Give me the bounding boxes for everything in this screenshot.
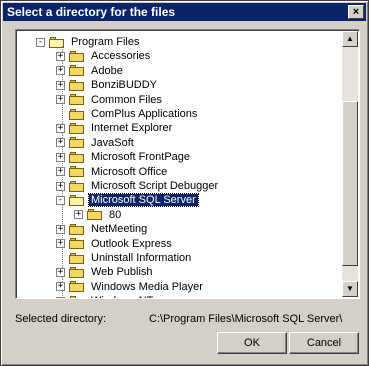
folder-icon [69, 295, 85, 298]
open-folder-icon [69, 194, 85, 206]
scroll-down-button[interactable]: ▼ [342, 281, 358, 297]
scroll-thumb[interactable] [342, 101, 358, 266]
expand-icon[interactable]: + [56, 66, 65, 76]
expand-icon[interactable]: + [56, 152, 65, 162]
folder-icon [69, 238, 85, 250]
tree-item-label: Common Files [91, 93, 162, 106]
folder-icon [69, 65, 85, 77]
tree-item[interactable]: + Common Files [56, 93, 164, 107]
collapse-icon[interactable]: - [36, 37, 45, 47]
tree-item-label: 80 [109, 208, 122, 221]
tree-item[interactable]: + Microsoft Office [56, 165, 169, 179]
tree-item-label: BonziBUDDY [91, 79, 158, 92]
tree-item-program-files[interactable]: - Program Files [36, 35, 141, 49]
tree-item-label: Microsoft Office [91, 165, 168, 178]
tree-item-label: NetMeeting [91, 223, 148, 236]
tree-item-label: Windows NT [89, 295, 155, 298]
select-directory-dialog: Select a directory for the files × - Prog… [0, 0, 369, 366]
folder-icon [87, 209, 103, 221]
tree-content: - Program Files + Accessories + Adobe + BonziBU… [18, 32, 343, 298]
selected-directory-path: C:\Program Files\Microsoft SQL Server\ [149, 313, 343, 325]
tree-item[interactable]: + Windows NT [56, 294, 155, 298]
tree-item-label: Microsoft Script Debugger [91, 180, 219, 192]
window-title: Select a directory for the files [7, 5, 176, 19]
expand-icon[interactable]: + [56, 267, 65, 277]
expand-icon[interactable]: + [56, 239, 65, 249]
tree-item[interactable]: Uninstall Information [56, 251, 193, 265]
tree-item-label: Uninstall Information [91, 252, 192, 264]
folder-icon [69, 223, 85, 235]
expand-icon[interactable]: + [56, 282, 65, 292]
tree-item-label: ComPlus Applications [91, 108, 198, 120]
tree-item[interactable]: + Microsoft FrontPage [56, 150, 192, 164]
tree-item-label: Microsoft FrontPage [91, 151, 191, 164]
collapse-icon[interactable]: - [56, 195, 65, 205]
tree-item[interactable]: ComPlus Applications [56, 107, 199, 121]
tree-item-label: JavaSoft [91, 136, 134, 149]
folder-icon [69, 252, 85, 264]
tree-item[interactable]: + Outlook Express [56, 237, 174, 251]
ok-button[interactable]: OK [217, 332, 287, 354]
expand-icon[interactable]: + [56, 296, 65, 298]
tree-item-label: Internet Explorer [91, 122, 173, 135]
folder-icon [69, 180, 85, 192]
expand-icon[interactable]: + [56, 167, 65, 177]
tree-item-label: Microsoft SQL Server [88, 193, 199, 208]
tree-item[interactable]: + Microsoft Script Debugger [56, 179, 220, 193]
vertical-scrollbar[interactable]: ▲ ▼ [342, 31, 358, 297]
selected-directory-label: Selected directory: [15, 313, 107, 325]
tree-item-label: Web Publish [91, 266, 153, 279]
folder-icon [69, 166, 85, 178]
folder-icon [69, 79, 85, 91]
folder-icon [69, 151, 85, 163]
expand-icon[interactable]: + [56, 138, 65, 148]
tree-item[interactable]: + Accessories [56, 49, 152, 63]
tree-item[interactable]: - Microsoft SQL Server [56, 193, 199, 208]
scroll-up-button[interactable]: ▲ [342, 31, 358, 47]
tree-item-label: Accessories [91, 50, 151, 63]
tree-item[interactable]: + NetMeeting [56, 222, 149, 236]
folder-icon [69, 122, 85, 134]
tree-item-label: Outlook Express [91, 237, 172, 250]
folder-icon [69, 94, 85, 106]
expand-icon[interactable]: + [56, 123, 65, 133]
tree-item-label: Adobe [91, 64, 123, 77]
expand-icon[interactable]: + [56, 95, 65, 105]
expand-icon[interactable]: + [56, 224, 65, 234]
tree-item[interactable]: + Internet Explorer [56, 121, 174, 135]
tree-item[interactable]: + Windows Media Player [56, 280, 205, 294]
tree-item[interactable]: + BonziBUDDY [56, 78, 159, 92]
tree-item[interactable]: +80 [74, 208, 123, 222]
tree-item[interactable]: + Adobe [56, 64, 125, 78]
folder-icon [69, 281, 85, 293]
tree-item-label: Program Files [71, 36, 140, 48]
tree-item[interactable]: + Web Publish [56, 265, 155, 279]
folder-icon [69, 266, 85, 278]
tree-item[interactable]: + JavaSoft [56, 136, 136, 150]
expand-icon[interactable]: + [56, 51, 65, 61]
folder-icon [69, 50, 85, 62]
expand-icon[interactable]: + [56, 80, 65, 90]
cancel-button[interactable]: Cancel [289, 332, 359, 354]
directory-tree[interactable]: - Program Files + Accessories + Adobe + BonziBU… [15, 29, 360, 299]
expand-icon[interactable]: + [74, 210, 83, 220]
close-button[interactable]: × [348, 5, 364, 19]
folder-icon [69, 108, 85, 120]
tree-item-label: Windows Media Player [91, 280, 203, 293]
folder-icon [69, 137, 85, 149]
expand-icon[interactable]: + [56, 181, 65, 191]
title-bar[interactable]: Select a directory for the files × [3, 3, 366, 21]
